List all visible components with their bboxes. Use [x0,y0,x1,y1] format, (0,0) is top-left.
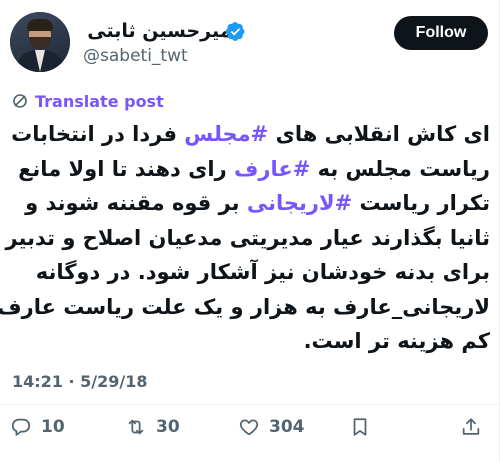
tweet-text-segment: تکرار ریاست [352,191,490,215]
tweet-text-line: کم هزینه تر است. [8,324,490,359]
translate-icon [13,94,27,108]
author-handle[interactable]: @sabeti_twt [83,46,188,66]
follow-button[interactable]: Follow [394,16,488,50]
reply-count: 10 [41,417,65,437]
retweet-icon [128,419,144,435]
tweet-text-segment: فردا در انتخابات [11,122,185,146]
tweet-text-segment: کم هزینه تر است. [303,329,490,353]
tweet-text-line: ثانیا بگذارند عیار مدیریتی مدعیان اصلاح … [5,221,490,256]
tweet-text-line: ریاست مجلس به #عارف رای دهند تا اولا مان… [8,152,490,187]
bookmark-icon [353,418,367,436]
action-bar: 10 30 304 [0,405,500,450]
hashtag-link[interactable]: #مجلس [184,122,268,146]
avatar[interactable] [10,12,70,72]
retweet-count: 30 [156,417,180,437]
tweet-card: امیرحسین ثابتی @sabeti_twt Follow Transl… [0,0,500,462]
hashtag-link[interactable]: #لاریجانی [247,191,352,215]
hashtag-link[interactable]: #عارف [234,157,310,181]
share-icon [462,418,480,435]
tweet-text-segment: ریاست مجلس به [310,156,490,181]
author-display-name[interactable]: امیرحسین ثابتی [87,20,238,42]
reply-button[interactable]: 10 [10,413,65,441]
tweet-text-segment: لاریجانی_عارف به هزار و یک علت ریاست عار… [0,294,490,319]
tweet-text-segment: ثانیا بگذارند عیار مدیریتی مدعیان اصلاح … [5,225,490,250]
tweet-text-line: برای بدنه خودشان نیز آشکار شود. در دوگان… [8,255,490,290]
translate-label: Translate post [35,91,164,111]
heart-icon [239,419,259,436]
retweet-button[interactable]: 30 [125,413,180,441]
reply-icon [11,418,31,436]
translate-post-link[interactable]: Translate post [12,90,164,112]
tweet-text-line: لاریجانی_عارف به هزار و یک علت ریاست عار… [0,290,490,325]
tweet-text: ای کاش انقلابی های #مجلس فردا در انتخابا… [0,117,490,359]
like-count: 304 [269,417,305,437]
like-button[interactable]: 304 [238,413,305,441]
tweet-header: امیرحسین ثابتی @sabeti_twt Follow [10,12,490,74]
tweet-text-line: ای کاش انقلابی های #مجلس فردا در انتخابا… [8,117,490,152]
tweet-text-segment: رای دهند تا اولا مانع [18,156,234,181]
share-button[interactable] [460,413,482,441]
bookmark-button[interactable] [349,413,371,441]
tweet-text-line: تکرار ریاست #لاریجانی بر قوه مقننه شوند … [8,186,490,221]
tweet-timestamp[interactable]: 14:21 · 5/29/18 [12,372,148,391]
tweet-text-segment: ای کاش انقلابی های [268,122,490,146]
tweet-text-segment: برای بدنه خودشان نیز آشکار شود. در دوگان… [35,260,490,284]
tweet-text-segment: بر قوه مقننه شوند و [25,191,247,215]
verified-badge-icon [225,22,245,41]
